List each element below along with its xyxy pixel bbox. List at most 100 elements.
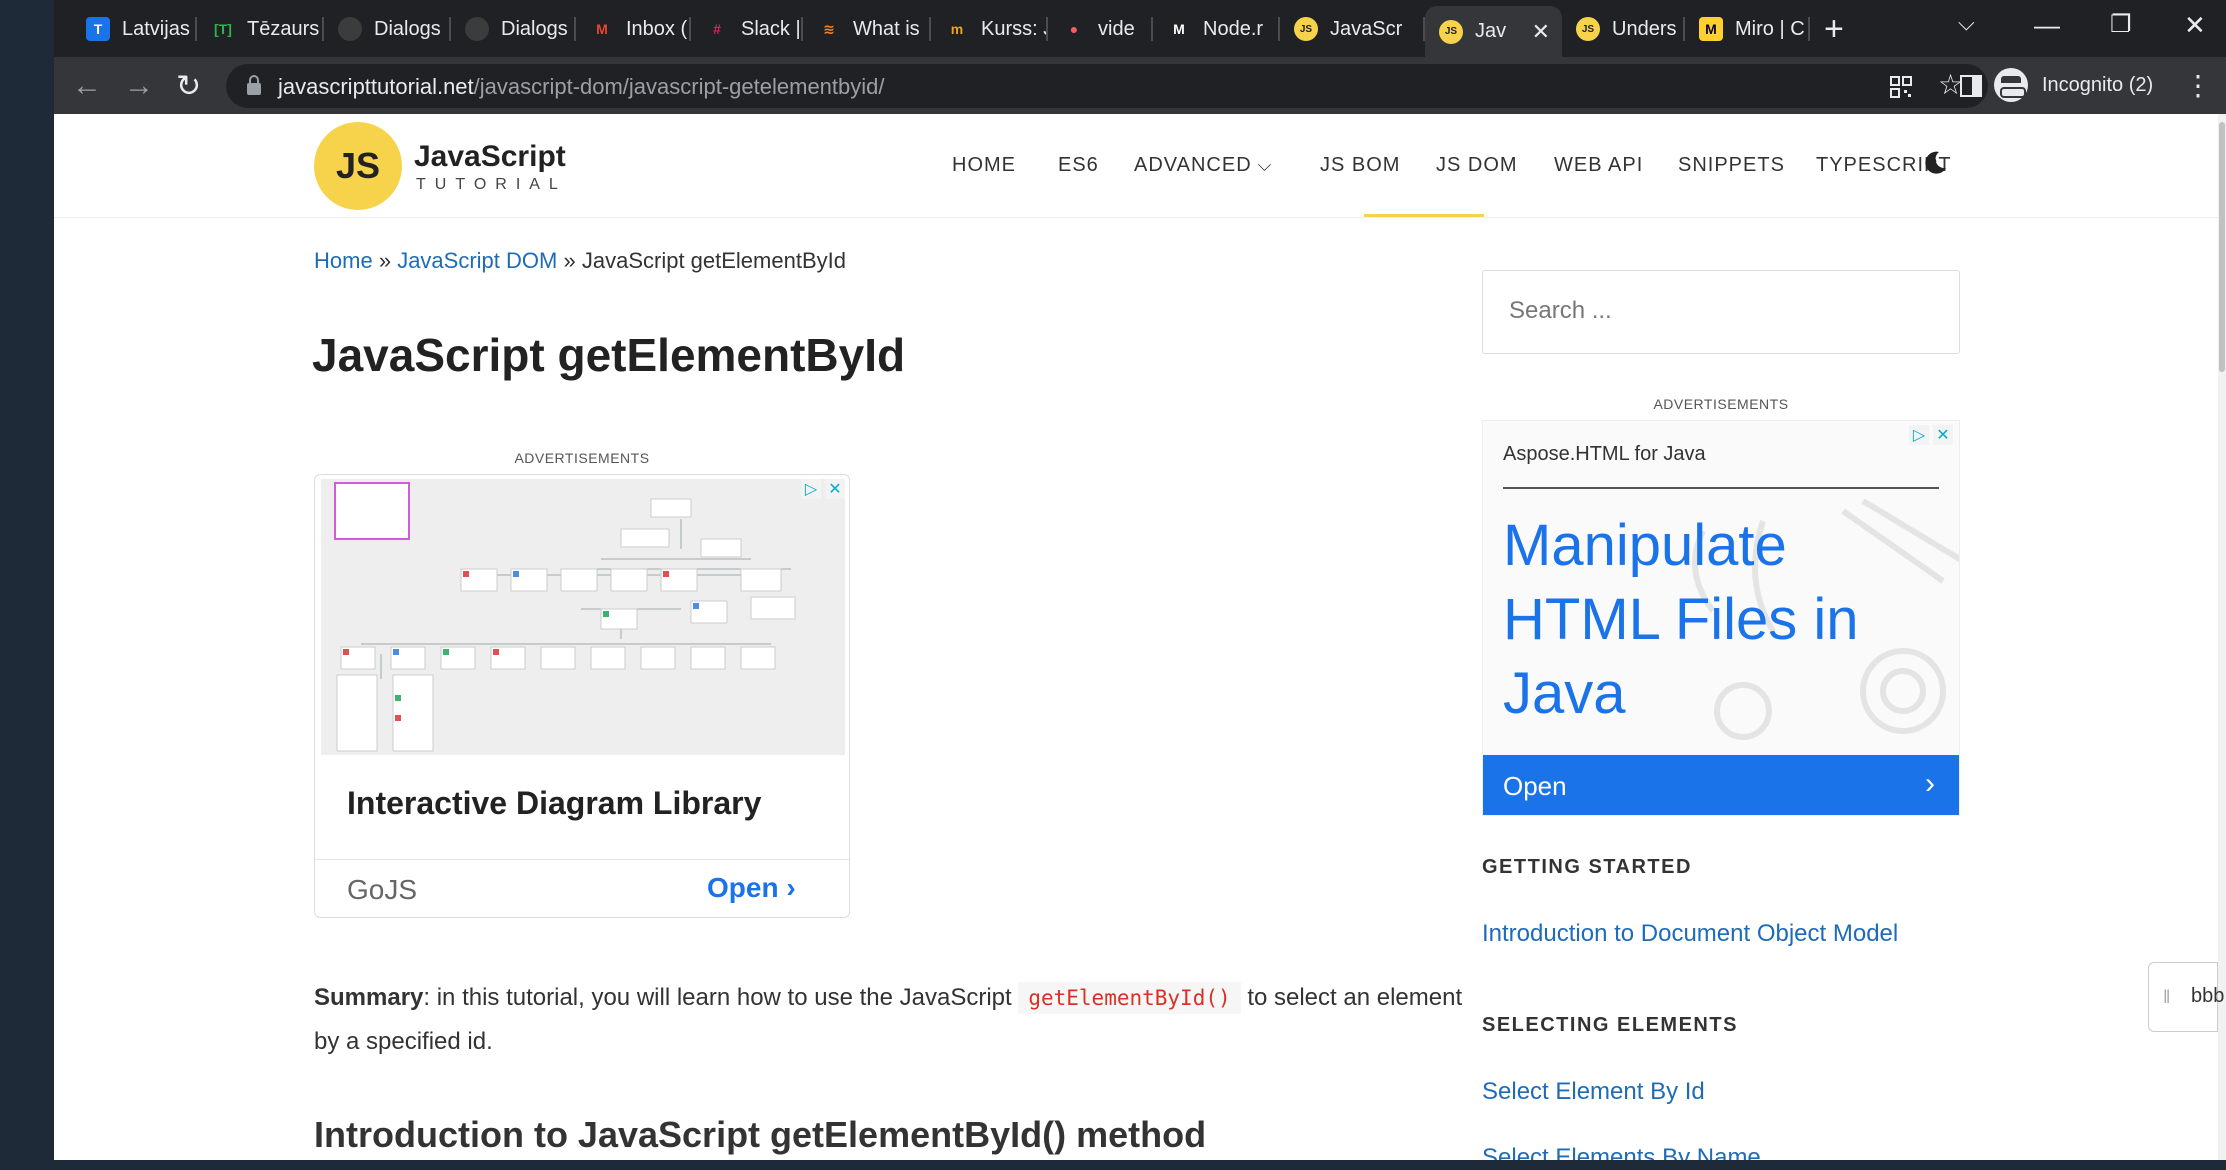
search-input[interactable]: Search ... [1482,270,1960,354]
breadcrumb-separator: » [378,248,392,273]
incognito-icon [1994,68,2028,102]
sidebar-link-intro-dom[interactable]: Introduction to Document Object Model [1482,920,1898,948]
new-tab-button[interactable]: + [1824,10,1844,49]
tab-title: Unders [1612,17,1677,40]
tab-favicon-icon: JS [1576,17,1600,41]
nav-item-web-api[interactable]: WEB API [1554,154,1643,177]
browser-tab[interactable]: ≋ What is [803,9,931,49]
nav-item-home[interactable]: HOME [952,154,1016,177]
ad-open-button[interactable]: Open › [707,872,796,904]
ad-brand: GoJS [347,874,418,905]
page-title: JavaScript getElementById [312,329,906,381]
browser-tab[interactable]: [T] Tēzaurs [197,9,324,49]
breadcrumb-current: JavaScript getElementById [581,248,846,273]
chevron-right-icon: › [786,872,796,903]
browser-tab[interactable]: # Slack | [691,9,803,49]
floating-widget[interactable]: ‖ bbb [2148,962,2224,1032]
tab-title: Dialogs [374,17,441,40]
browser-tab[interactable]: JS JavaScr [1280,9,1425,49]
ad-diagram-image [321,479,845,755]
tab-title: Miro | C [1735,17,1805,40]
sidebar-heading-selecting-elements: SELECTING ELEMENTS [1482,1014,1738,1036]
ad-info-icon[interactable]: ▷ [1909,425,1929,445]
gojs-ad[interactable]: ▷ ✕ Interactive Diagram Library GoJS Ope… [314,474,850,918]
site-logo[interactable]: JS [314,122,402,210]
nav-item-js-bom[interactable]: JS BOM [1320,154,1400,177]
ad-open-label: Open [1503,771,1567,801]
ad-footer: GoJS Open › [315,859,849,917]
logo-name[interactable]: JavaScript [414,140,566,174]
sidebar-heading-getting-started: GETTING STARTED [1482,856,1692,878]
browser-tab[interactable]: M Inbox ( [576,9,691,49]
tab-title: Dialogs [501,17,568,40]
browser-tab[interactable]: M Miro | C [1685,9,1810,49]
tab-favicon-icon: [T] [214,21,232,37]
tab-title: Kurss: J [981,17,1048,40]
incognito-label: Incognito (2) [2042,73,2154,96]
browser-tab[interactable]: M Node.r [1153,9,1280,49]
aspose-ad[interactable]: Aspose.HTML for Java ▷ ✕ Manipulate HTML… [1482,420,1960,816]
ad-title[interactable]: Interactive Diagram Library [347,785,761,822]
tab-favicon-icon: M [1699,17,1723,41]
back-button[interactable]: ← [72,69,102,103]
logo-subtitle: TUTORIAL [416,176,567,193]
nav-item-advanced[interactable]: ADVANCED ⌵ [1134,154,1272,177]
ad-choices[interactable]: ▷ ✕ [797,479,845,501]
inline-code: getElementById() [1018,982,1241,1014]
restore-button[interactable]: ❐ [2110,10,2132,39]
ad-headline-line: Java [1503,661,1626,726]
side-panel-icon[interactable] [1960,75,1982,97]
ad-headline[interactable]: Manipulate HTML Files in Java [1503,509,1859,731]
ad-divider [1503,487,1939,489]
sidebar-ad-label: ADVERTISEMENTS [1653,396,1789,412]
chevron-right-icon: › [1925,767,1935,800]
tab-title: vide [1098,17,1135,40]
lock-icon [247,75,261,95]
nav-item-es6[interactable]: ES6 [1058,154,1099,177]
sidebar-link-select-by-id[interactable]: Select Element By Id [1482,1078,1705,1106]
ad-choices[interactable]: ▷ ✕ [1905,425,1953,447]
reload-button[interactable]: ↻ [176,69,201,104]
ad-label: ADVERTISEMENTS [514,450,650,466]
breadcrumb-section-link[interactable]: JavaScript DOM [397,248,557,273]
browser-tab[interactable]: Dialogs [451,9,576,49]
browser-menu-icon[interactable]: ⋮ [2184,69,2212,102]
incognito-profile-button[interactable]: Incognito (2) [1994,65,2153,105]
nav-item-snippets[interactable]: SNIPPETS [1678,154,1785,177]
browser-window: + ⌵ — ❐ ✕ T Latvijas [T] Tēzaurs Dialogs Dial… [54,0,2226,1160]
breadcrumb-separator: » [563,248,576,273]
nav-item-js-dom[interactable]: JS DOM [1436,154,1518,177]
minimize-button[interactable]: — [2034,10,2060,41]
browser-tab[interactable]: Dialogs [324,9,451,49]
dark-mode-toggle-icon[interactable] [1922,150,1948,176]
sidebar-link-select-by-name[interactable]: Select Elements By Name [1482,1144,1761,1160]
drag-handle-icon[interactable]: ‖ [2163,987,2170,1008]
browser-tab[interactable]: ● vide [1048,9,1153,49]
forward-button[interactable]: → [124,69,154,103]
scrollbar-thumb[interactable] [2219,122,2225,372]
tab-favicon-icon [338,17,362,41]
close-window-button[interactable]: ✕ [2184,10,2206,41]
browser-tab[interactable]: JS Jav ✕ [1425,6,1562,57]
tab-search-chevron-icon[interactable]: ⌵ [1958,10,1975,36]
breadcrumb-home-link[interactable]: Home [314,248,373,273]
tab-close-icon[interactable]: ✕ [1532,19,1550,45]
ad-headline-line: HTML Files in [1503,587,1859,652]
tab-title: Jav [1475,20,1507,42]
ad-info-icon[interactable]: ▷ [801,479,821,499]
tab-separator [1808,17,1810,41]
ad-close-icon[interactable]: ✕ [825,479,845,499]
chevron-down-icon: ⌵ [1251,155,1273,175]
browser-tab[interactable]: JS Unders [1562,9,1685,49]
tab-title: What is [853,17,920,40]
url-host: javascripttutorial.net [278,74,474,99]
qr-code-icon[interactable] [1890,76,1912,98]
summary-paragraph: Summary: in this tutorial, you will lear… [314,976,1494,1064]
ad-open-button[interactable]: Open › [1483,755,1959,815]
ad-close-icon[interactable]: ✕ [1933,425,1953,445]
browser-tab[interactable]: T Latvijas [72,9,197,49]
tab-favicon-icon: M [596,21,608,37]
search-placeholder: Search ... [1509,297,1612,324]
browser-tab[interactable]: m Kurss: J [931,9,1048,49]
address-bar[interactable]: javascripttutorial.net/javascript-dom/ja… [226,64,1988,108]
